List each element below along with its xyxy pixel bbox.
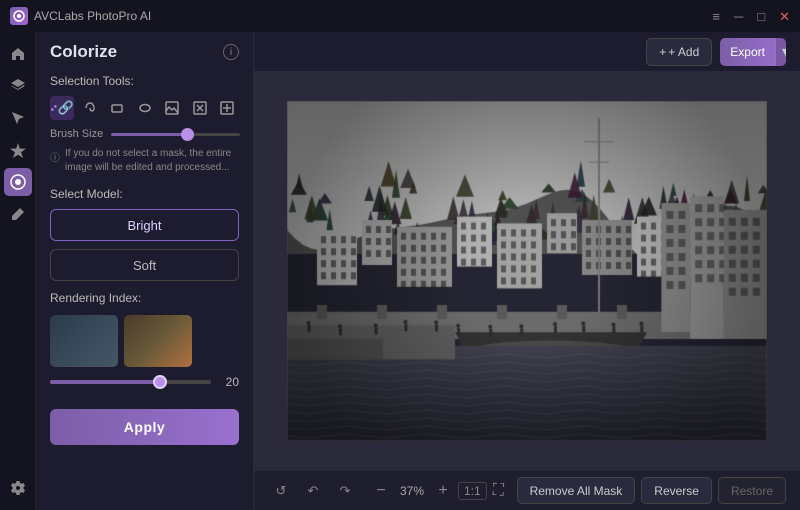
- thumb-warm: [124, 315, 192, 367]
- title-bar: AVCLabs PhotoPro AI ≡ ─ □ ✕: [0, 0, 800, 32]
- zoom-value: 37%: [396, 484, 428, 498]
- info-text-row: ⓘ If you do not select a mask, the entir…: [36, 144, 253, 181]
- add-button[interactable]: + + Add: [646, 38, 712, 66]
- apply-button[interactable]: Apply: [50, 409, 239, 445]
- window-controls[interactable]: ≡ ─ □ ✕: [712, 10, 790, 23]
- zoom-out-button[interactable]: −: [370, 480, 392, 502]
- minimize-button[interactable]: ─: [734, 10, 743, 23]
- tool-rect[interactable]: [106, 96, 130, 120]
- selection-tools-row: 🔗: [36, 92, 253, 124]
- brush-size-label: Brush Size: [50, 128, 103, 140]
- bottom-left-controls: ↺ ↶ ↷ − 37% + 1:1 ⛶: [268, 478, 506, 504]
- maximize-button[interactable]: □: [757, 10, 765, 23]
- select-model-label: Select Model:: [36, 181, 253, 205]
- icon-bar: [0, 32, 36, 510]
- nav-settings[interactable]: [4, 474, 32, 502]
- zoom-ratio-button[interactable]: 1:1: [458, 482, 487, 500]
- rendering-thumbnails: [50, 315, 239, 367]
- nav-colorize[interactable]: [4, 168, 32, 196]
- export-dropdown-button[interactable]: ▾: [775, 38, 786, 66]
- redo-button[interactable]: ↷: [332, 478, 358, 504]
- image-area: [254, 72, 800, 470]
- top-bar: + + Add Export ▾: [254, 32, 800, 72]
- reverse-button[interactable]: Reverse: [641, 477, 712, 504]
- menu-button[interactable]: ≡: [712, 10, 720, 23]
- bottom-toolbar: ↺ ↶ ↷ − 37% + 1:1 ⛶ Remove All Mask Reve…: [254, 470, 800, 510]
- panel-header: Colorize i: [36, 32, 253, 68]
- nav-cursor[interactable]: [4, 104, 32, 132]
- fit-screen-button[interactable]: ⛶: [491, 480, 506, 502]
- main-layout: Colorize i Selection Tools: 🔗: [0, 32, 800, 510]
- close-button[interactable]: ✕: [779, 10, 790, 23]
- zoom-controls: − 37% + 1:1 ⛶: [370, 480, 506, 502]
- nav-home[interactable]: [4, 40, 32, 68]
- brush-size-row: Brush Size: [36, 124, 253, 144]
- rendering-section: 20: [36, 309, 253, 399]
- nav-layers[interactable]: [4, 72, 32, 100]
- left-panel: Colorize i Selection Tools: 🔗: [36, 32, 254, 510]
- info-text-content: If you do not select a mask, the entire …: [65, 147, 239, 175]
- undo-button[interactable]: ↺: [268, 478, 294, 504]
- rendering-slider-row: 20: [50, 375, 239, 393]
- brush-size-slider[interactable]: [111, 133, 240, 136]
- tool-ellipse[interactable]: [133, 96, 157, 120]
- export-button[interactable]: Export: [720, 38, 775, 66]
- zoom-in-button[interactable]: +: [432, 480, 454, 502]
- app-title: AVCLabs PhotoPro AI: [34, 9, 151, 23]
- photo-canvas: [287, 101, 767, 441]
- undo2-button[interactable]: ↶: [300, 478, 326, 504]
- thumb-cool: [50, 315, 118, 367]
- rendering-index-value: 20: [217, 375, 239, 389]
- restore-button[interactable]: Restore: [718, 477, 786, 504]
- info-small-icon: ⓘ: [50, 149, 60, 164]
- nav-retouch[interactable]: [4, 200, 32, 228]
- rendering-index-slider[interactable]: [50, 380, 211, 384]
- title-bar-left: AVCLabs PhotoPro AI: [10, 7, 151, 25]
- tool-remove[interactable]: [188, 96, 212, 120]
- app-icon: [10, 7, 28, 25]
- tool-link[interactable]: 🔗: [50, 96, 74, 120]
- content-area: + + Add Export ▾ ↺ ↶ ↷ −: [254, 32, 800, 510]
- remove-all-mask-button[interactable]: Remove All Mask: [517, 477, 636, 504]
- nav-effects[interactable]: [4, 136, 32, 164]
- info-button[interactable]: i: [223, 44, 239, 60]
- tool-lasso[interactable]: [78, 96, 102, 120]
- tool-brush-select[interactable]: [216, 96, 240, 120]
- model-soft-button[interactable]: Soft: [50, 249, 239, 281]
- model-bright-button[interactable]: Bright: [50, 209, 239, 241]
- tool-image-mask[interactable]: [161, 96, 185, 120]
- bottom-right-controls: Remove All Mask Reverse Restore: [517, 477, 786, 504]
- panel-title: Colorize: [50, 42, 117, 62]
- rendering-index-label: Rendering Index:: [36, 285, 253, 309]
- selection-tools-label: Selection Tools:: [36, 68, 253, 92]
